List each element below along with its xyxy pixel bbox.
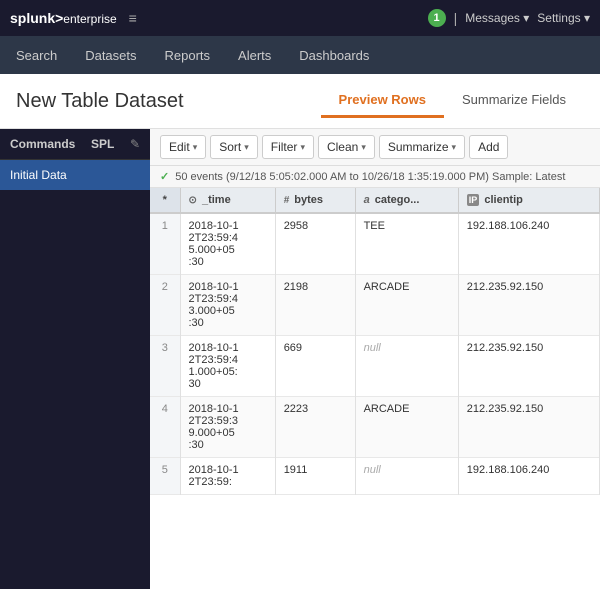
row-2-clientip: 212.235.92.150 — [458, 275, 599, 336]
info-badge: 1 — [428, 9, 446, 27]
add-button[interactable]: Add — [469, 135, 508, 159]
sidebar-header: Commands SPL ✎ — [0, 129, 150, 160]
row-1-category: TEE — [355, 213, 458, 275]
row-4-clientip: 212.235.92.150 — [458, 397, 599, 458]
sidebar: Commands SPL ✎ Initial Data — [0, 129, 150, 589]
data-table: * ⊙ _time # bytes a catego... IP clienti… — [150, 188, 600, 495]
row-num-1: 1 — [150, 213, 180, 275]
row-num-4: 4 — [150, 397, 180, 458]
splunk-logo: splunk>enterprise — [10, 10, 117, 26]
summarize-button[interactable]: Summarize ▾ — [379, 135, 465, 159]
row-2-time: 2018-10-12T23:59:43.000+05:30 — [180, 275, 275, 336]
nav-datasets[interactable]: Datasets — [81, 40, 140, 71]
row-3-bytes: 669 — [275, 336, 355, 397]
status-check: ✓ — [160, 170, 169, 183]
col-clientip[interactable]: IP clientip — [458, 188, 599, 213]
splunk-logo-text: splunk> — [10, 10, 63, 26]
col-rownum: * — [150, 188, 180, 213]
tab-group: Preview Rows Summarize Fields — [321, 84, 584, 118]
filter-button[interactable]: Filter ▾ — [262, 135, 314, 159]
table-row: 3 2018-10-12T23:59:41.000+05:30 669 null… — [150, 336, 600, 397]
sidebar-spl-label[interactable]: SPL — [91, 137, 114, 151]
col-category[interactable]: a catego... — [355, 188, 458, 213]
table-container: * ⊙ _time # bytes a catego... IP clienti… — [150, 188, 600, 589]
top-nav: splunk>enterprise ≡ 1 | Messages ▾ Setti… — [0, 0, 600, 36]
table-row: 1 2018-10-12T23:59:45.000+05:30 2958 TEE… — [150, 213, 600, 275]
messages-link[interactable]: Messages ▾ — [465, 11, 529, 25]
col-bytes[interactable]: # bytes — [275, 188, 355, 213]
splunk-logo-suffix: enterprise — [63, 12, 116, 26]
sidebar-commands-label: Commands — [10, 137, 75, 151]
clean-button[interactable]: Clean ▾ — [318, 135, 375, 159]
table-row: 5 2018-10-12T23:59: 1911 null 192.188.10… — [150, 458, 600, 495]
row-num-5: 5 — [150, 458, 180, 495]
row-5-time: 2018-10-12T23:59: — [180, 458, 275, 495]
row-2-category: ARCADE — [355, 275, 458, 336]
page-title: New Table Dataset — [16, 90, 184, 113]
toolbar: Edit ▾ Sort ▾ Filter ▾ Clean ▾ Summarize… — [150, 129, 600, 166]
second-nav: Search Datasets Reports Alerts Dashboard… — [0, 36, 600, 74]
nav-reports[interactable]: Reports — [161, 40, 215, 71]
nav-search[interactable]: Search — [12, 40, 61, 71]
page-header: New Table Dataset Preview Rows Summarize… — [0, 74, 600, 129]
row-5-clientip: 192.188.106.240 — [458, 458, 599, 495]
edit-icon[interactable]: ✎ — [130, 137, 140, 151]
row-4-category: ARCADE — [355, 397, 458, 458]
pipe-icon: | — [454, 10, 458, 26]
row-2-bytes: 2198 — [275, 275, 355, 336]
row-num-3: 3 — [150, 336, 180, 397]
table-header-row: * ⊙ _time # bytes a catego... IP clienti… — [150, 188, 600, 213]
row-5-category: null — [355, 458, 458, 495]
nav-dashboards[interactable]: Dashboards — [295, 40, 373, 71]
row-3-category: null — [355, 336, 458, 397]
row-num-2: 2 — [150, 275, 180, 336]
row-4-time: 2018-10-12T23:59:39.000+05:30 — [180, 397, 275, 458]
row-3-time: 2018-10-12T23:59:41.000+05:30 — [180, 336, 275, 397]
settings-link[interactable]: Settings ▾ — [537, 11, 590, 25]
top-nav-left: splunk>enterprise ≡ — [10, 10, 137, 26]
table-row: 4 2018-10-12T23:59:39.000+05:30 2223 ARC… — [150, 397, 600, 458]
row-1-clientip: 192.188.106.240 — [458, 213, 599, 275]
main-layout: Commands SPL ✎ Initial Data Edit ▾ Sort … — [0, 129, 600, 589]
row-1-bytes: 2958 — [275, 213, 355, 275]
tab-summarize-fields[interactable]: Summarize Fields — [444, 84, 584, 118]
tab-preview-rows[interactable]: Preview Rows — [321, 84, 444, 118]
row-1-time: 2018-10-12T23:59:45.000+05:30 — [180, 213, 275, 275]
table-row: 2 2018-10-12T23:59:43.000+05:30 2198 ARC… — [150, 275, 600, 336]
status-bar: ✓ 50 events (9/12/18 5:05:02.000 AM to 1… — [150, 166, 600, 188]
edit-button[interactable]: Edit ▾ — [160, 135, 206, 159]
row-3-clientip: 212.235.92.150 — [458, 336, 599, 397]
nav-alerts[interactable]: Alerts — [234, 40, 275, 71]
col-time[interactable]: ⊙ _time — [180, 188, 275, 213]
top-nav-right: 1 | Messages ▾ Settings ▾ — [428, 9, 590, 27]
sort-button[interactable]: Sort ▾ — [210, 135, 258, 159]
row-4-bytes: 2223 — [275, 397, 355, 458]
hamburger-icon[interactable]: ≡ — [129, 10, 137, 26]
status-text: 50 events (9/12/18 5:05:02.000 AM to 10/… — [175, 171, 565, 183]
row-5-bytes: 1911 — [275, 458, 355, 495]
sidebar-item-initial-data[interactable]: Initial Data — [0, 160, 150, 190]
content-area: Edit ▾ Sort ▾ Filter ▾ Clean ▾ Summarize… — [150, 129, 600, 589]
